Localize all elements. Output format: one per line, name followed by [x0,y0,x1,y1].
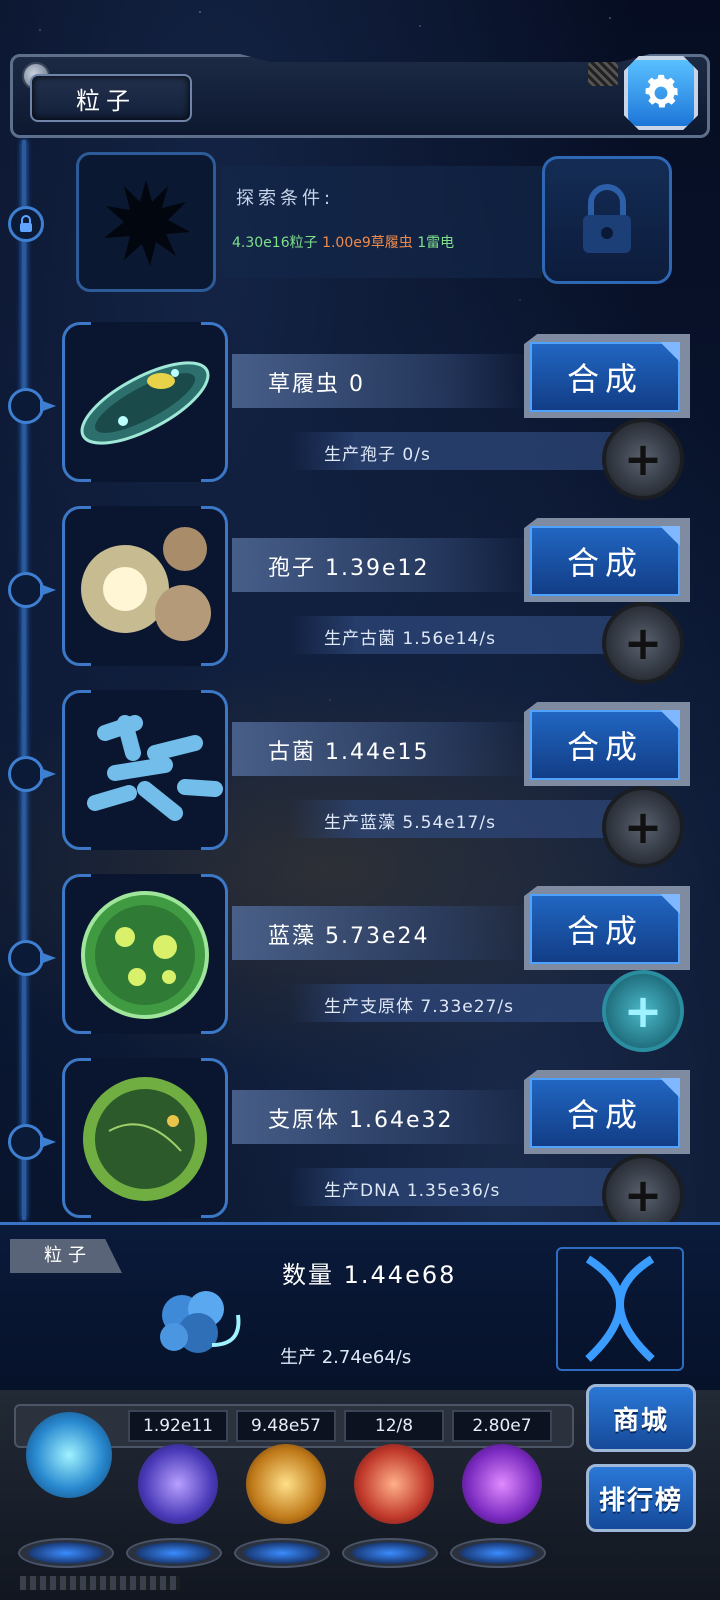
orb-pedestal [450,1538,546,1568]
unit-name: 草履虫 0 [268,372,365,397]
rail-node-4 [8,940,44,976]
spiky-cell-icon [104,180,190,266]
requirement-paramecium: 1.00e9草履虫 [322,235,413,251]
plus-icon: + [623,616,663,670]
unit-row-archaea: 古菌 1.44e15 生产蓝藻 5.54e17/s 合成 + [62,690,692,868]
rail-node-2 [8,572,44,608]
tab-thunder-orb[interactable] [138,1444,218,1524]
paramecium-icon [80,361,210,445]
particle-production: 生产 2.74e64/s [280,1347,412,1368]
archaea-icon [87,715,223,821]
unit-production: 生产DNA 1.35e36/s [324,1181,501,1201]
orb-pedestal [126,1538,222,1568]
unit-name: 古菌 1.44e15 [268,740,430,765]
page-title: 粒子 [30,74,192,122]
plus-icon: + [623,984,663,1038]
plus-icon: + [623,432,663,486]
unit-row-spore: 孢子 1.39e12 生产古菌 1.56e14/s 合成 + [62,506,692,684]
upgrade-button[interactable]: + [602,786,684,868]
spore-icon [81,527,211,641]
synthesize-button[interactable]: 合成 [530,342,680,412]
synthesize-button[interactable]: 合成 [530,526,680,596]
unit-name: 孢子 1.39e12 [268,556,430,581]
locked-creature-silhouette [76,152,216,292]
requirement-particle: 4.30e16粒子 [232,235,318,251]
unlock-button[interactable] [542,156,672,284]
resource-info-panel: 粒子 数量 1.44e68 生产 2.74e64/s [0,1222,720,1408]
unit-icon-frame [62,690,228,850]
unit-name: 支原体 1.64e32 [268,1108,454,1133]
settings-button[interactable] [624,56,698,130]
requirement-thunder: 1雷电 [417,235,455,251]
resource-energy-count: 9.48e57 [236,1410,336,1442]
upgrade-button[interactable]: + [602,970,684,1052]
gear-icon [645,74,679,108]
unit-production: 生产古菌 1.56e14/s [324,629,496,649]
unit-row-paramecium: 草履虫 0 生产孢子 0/s 合成 + [62,322,692,500]
game-screen: 粒子 探索条件: 4.30e16粒子 1.00e9草履虫 1雷电 草履虫 0 生… [0,0,720,1600]
lock-icon [583,184,631,253]
unit-icon-frame [62,322,228,482]
mycoplasma-icon [83,1077,207,1201]
unit-row-mycoplasma: 支原体 1.64e32 生产DNA 1.35e36/s 合成 + [62,1058,692,1236]
tab-energy-orb[interactable] [246,1444,326,1524]
ranking-button[interactable]: 排行榜 [586,1464,696,1532]
plus-icon: + [623,800,663,854]
left-rail [22,140,26,1220]
shop-button[interactable]: 商城 [586,1384,696,1452]
particle-quantity: 数量 1.44e68 [282,1261,457,1289]
unit-production: 生产孢子 0/s [324,445,431,465]
unit-production: 生产支原体 7.33e27/s [324,997,514,1017]
resource-thunder-count: 1.92e11 [128,1410,228,1442]
hazard-stripe [20,1576,180,1590]
dna-icon [585,1255,655,1362]
resource-brain-count: 12/8 [344,1410,444,1442]
top-header: 粒子 [10,48,710,138]
plus-icon: + [623,1168,663,1222]
unit-icon-frame [62,506,228,666]
rail-node-1 [8,388,44,424]
tab-particle-orb[interactable] [26,1412,112,1498]
resource-portal-count: 2.80e7 [452,1410,552,1442]
synthesize-button[interactable]: 合成 [530,710,680,780]
tab-portal-orb[interactable] [462,1444,542,1524]
vent-decoration [588,62,618,86]
condition-requirements: 4.30e16粒子 1.00e9草履虫 1雷电 [232,232,454,252]
rail-node-5 [8,1124,44,1160]
orb-pedestal [342,1538,438,1568]
tab-brain-orb[interactable] [354,1444,434,1524]
condition-label: 探索条件: [236,188,335,209]
upgrade-button[interactable]: + [602,602,684,684]
locked-info-panel [222,166,542,278]
unit-icon-frame [62,874,228,1034]
bottom-navigation: 1.92e11 9.48e57 12/8 2.80e7 商城 排行榜 [0,1384,720,1600]
orb-pedestal [18,1538,114,1568]
synthesize-button[interactable]: 合成 [530,1078,680,1148]
unit-icon-frame [62,1058,228,1218]
dna-panel [556,1247,684,1371]
cyanobacteria-icon [81,891,209,1019]
rail-lock-node [8,206,44,242]
info-tag: 粒子 [10,1239,122,1273]
locked-unit-card: 探索条件: 4.30e16粒子 1.00e9草履虫 1雷电 [76,152,676,292]
lock-icon [20,215,32,232]
orb-pedestal [234,1538,330,1568]
unit-row-cyanobacteria: 蓝藻 5.73e24 生产支原体 7.33e27/s 合成 + [62,874,692,1052]
particle-icon [160,1291,241,1353]
upgrade-button[interactable]: + [602,418,684,500]
rail-node-3 [8,756,44,792]
synthesize-button[interactable]: 合成 [530,894,680,964]
unit-production: 生产蓝藻 5.54e17/s [324,813,496,833]
unit-name: 蓝藻 5.73e24 [268,924,430,949]
